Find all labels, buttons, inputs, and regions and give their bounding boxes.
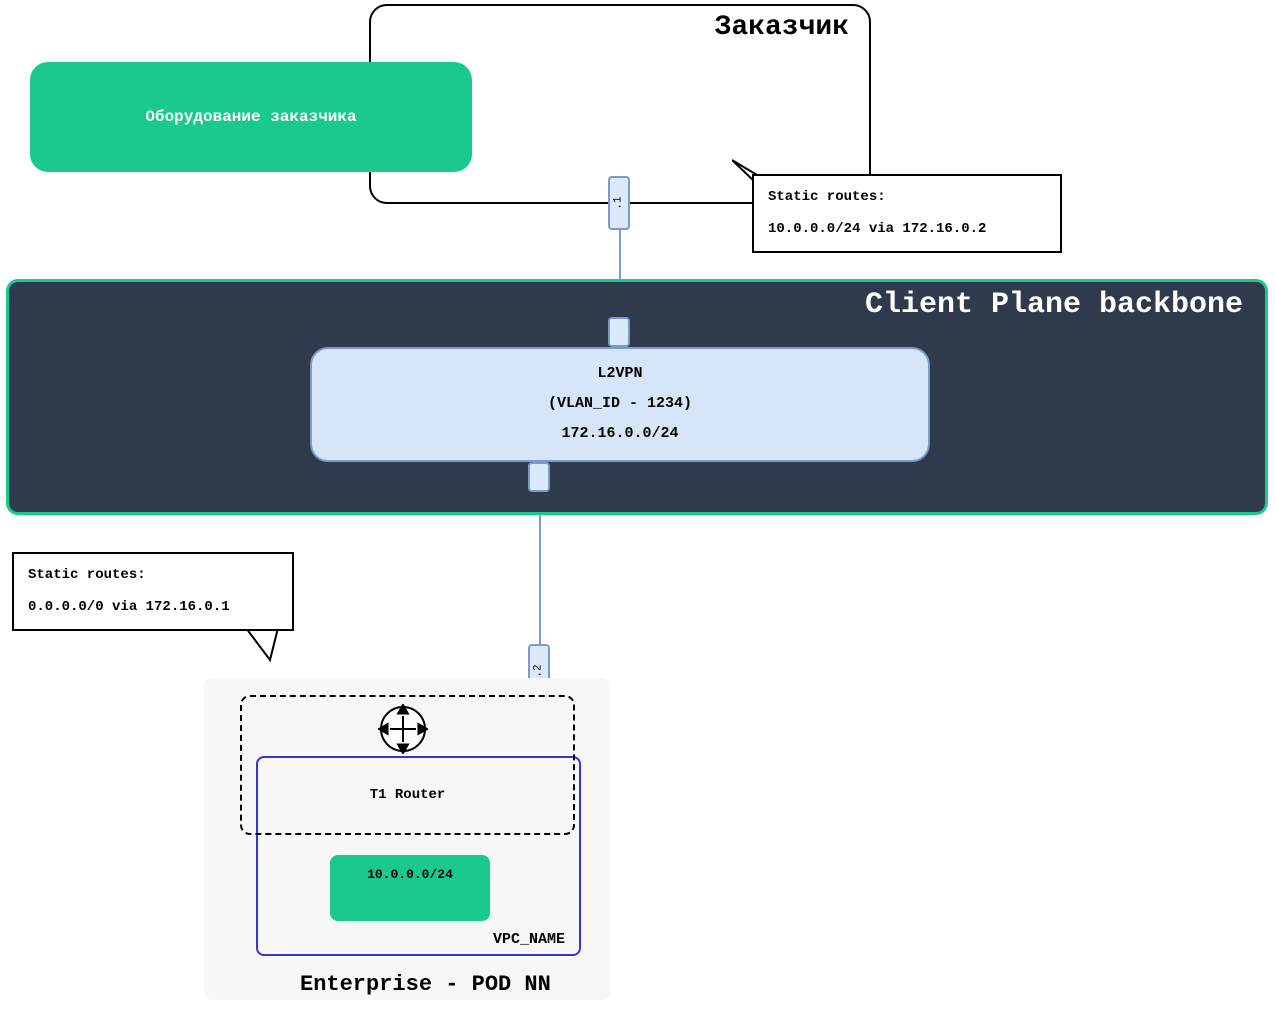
customer-routes-callout: Static routes: 10.0.0.0/24 via 172.16.0.… xyxy=(752,174,1062,253)
customer-routes-line: 10.0.0.0/24 via 172.16.0.2 xyxy=(768,218,1046,240)
l2vpn-line3: 172.16.0.0/24 xyxy=(312,419,928,449)
subnet-label: 10.0.0.0/24 xyxy=(367,867,453,882)
enterprise-port-label: .2 xyxy=(533,664,545,677)
l2vpn-port-top xyxy=(608,317,630,347)
customer-equipment: Оборудование заказчика xyxy=(30,62,472,172)
enterprise-routes-callout: Static routes: 0.0.0.0/0 via 172.16.0.1 xyxy=(12,552,294,631)
l2vpn-line2: (VLAN_ID - 1234) xyxy=(312,389,928,419)
l2vpn-line1: L2VPN xyxy=(312,359,928,389)
customer-equipment-label: Оборудование заказчика xyxy=(145,108,356,126)
customer-title: Заказчик xyxy=(715,12,849,43)
enterprise-routes-title: Static routes: xyxy=(28,564,278,586)
diagram-canvas: Заказчик Оборудование заказчика .1 Stati… xyxy=(0,0,1275,1013)
enterprise-pod-label: Enterprise - POD NN xyxy=(300,972,551,997)
subnet-box: 10.0.0.0/24 xyxy=(330,855,490,921)
customer-routes-title: Static routes: xyxy=(768,186,1046,208)
t1-router-label: T1 Router xyxy=(370,787,446,803)
l2vpn-port-bottom xyxy=(528,462,550,492)
router-icon xyxy=(378,704,428,754)
customer-port-label: .1 xyxy=(613,196,625,209)
backbone-title: Client Plane backbone xyxy=(865,288,1243,322)
enterprise-routes-line: 0.0.0.0/0 via 172.16.0.1 xyxy=(28,596,278,618)
vpc-label: VPC_NAME xyxy=(493,931,565,948)
customer-port: .1 xyxy=(608,176,630,230)
l2vpn-box: L2VPN (VLAN_ID - 1234) 172.16.0.0/24 xyxy=(310,347,930,462)
